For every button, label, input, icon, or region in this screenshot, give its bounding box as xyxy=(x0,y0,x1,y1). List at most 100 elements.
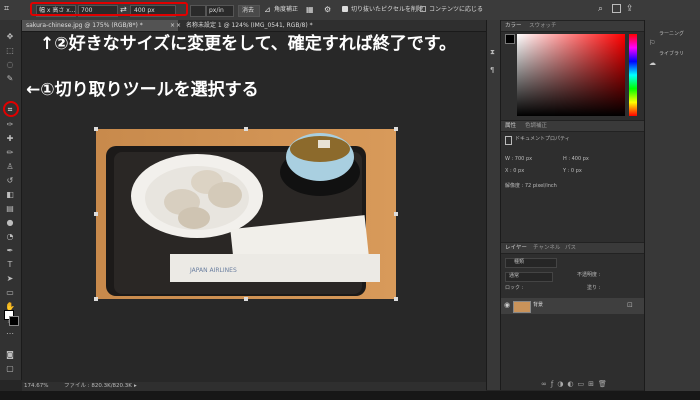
learning-item[interactable]: ⚐ ラーニング xyxy=(649,30,684,47)
layer-thumbnail xyxy=(513,301,531,313)
share-icon[interactable]: ⇪ xyxy=(626,3,634,15)
tab-swatches[interactable]: スウォッチ xyxy=(529,22,557,30)
tab-untitled[interactable]: × 名称未設定 1 @ 124% (IMG_0541, RGB/8) * xyxy=(172,20,330,31)
delete-cropped-checkbox[interactable] xyxy=(342,6,348,12)
tab-label: 名称未設定 1 @ 124% (IMG_0541, RGB/8) * xyxy=(185,22,313,29)
width-readout: W : 700 px xyxy=(505,156,533,162)
tray-label: JAPAN AIRLINES xyxy=(189,267,237,274)
lock-label: ロック : xyxy=(505,285,524,291)
gradient-tool-icon[interactable]: ▤ xyxy=(5,204,15,213)
stamp-tool-icon[interactable]: ♙ xyxy=(5,162,15,171)
quick-mask-icon[interactable]: ◙ xyxy=(5,350,15,359)
content-aware-checkbox[interactable] xyxy=(420,6,426,12)
crop-tool-options-icon[interactable]: ⌗ xyxy=(4,4,16,15)
height-readout: H : 400 px xyxy=(563,156,589,162)
annotation-step2: ↑②好きなサイズに変更をして、確定すれば終了です。 xyxy=(40,34,457,54)
properties-panel-header: 属性 色調補正 xyxy=(501,120,645,132)
libraries-label: ライブラリ xyxy=(659,51,685,57)
background-color-swatch[interactable] xyxy=(9,316,19,326)
options-bar: ⌗ 幅 x 高さ x... 700 ⇄ 400 px px/in 消去 ⊿ 角度… xyxy=(0,0,700,21)
tab-sakura-chinese[interactable]: sakura-chinese.jpg @ 175% (RGB/8*) * × xyxy=(22,20,178,31)
tab-paths[interactable]: パス xyxy=(565,244,576,252)
search-icon[interactable]: ⌕ xyxy=(598,3,603,15)
folder-icon[interactable]: ▭ xyxy=(578,380,589,388)
libraries-icon: ☁ xyxy=(649,59,656,67)
eyedropper-tool-icon[interactable]: ✑ xyxy=(5,120,15,129)
layer-filter-select[interactable]: 種類 xyxy=(505,258,557,268)
delete-cropped-label: 切り抜いたピクセルを削除 xyxy=(351,6,424,13)
clear-button-label: 消去 xyxy=(242,7,255,14)
eraser-tool-icon[interactable]: ◧ xyxy=(5,190,15,199)
status-bar: 174.67% ファイル : 820.3K/820.3K ▸ xyxy=(22,382,486,391)
blend-mode-label: 通常 xyxy=(509,273,520,279)
file-info: ファイル : 820.3K/820.3K xyxy=(64,383,132,389)
hue-slider[interactable] xyxy=(629,34,637,116)
layers-footer: ∞ƒ◑◐▭⊞🗑 xyxy=(541,380,611,388)
status-arrow-icon[interactable]: ▸ xyxy=(134,382,137,391)
lasso-tool-icon[interactable]: ◌ xyxy=(5,60,15,69)
trash-icon[interactable]: 🗑 xyxy=(598,380,611,388)
document-icon xyxy=(505,136,512,145)
layers-panel-header: レイヤー チャンネル パス xyxy=(501,242,645,254)
screen-mode-icon[interactable]: ▢ xyxy=(5,364,15,373)
tab-label: sakura-chinese.jpg @ 175% (RGB/8*) * xyxy=(26,22,143,29)
history-icon[interactable]: ⧗ xyxy=(490,48,495,57)
quick-select-tool-icon[interactable]: ✎ xyxy=(5,74,15,83)
tab-layers[interactable]: レイヤー xyxy=(505,244,527,252)
marquee-tool-icon[interactable]: ⬚ xyxy=(5,46,15,55)
shape-tool-icon[interactable]: ▭ xyxy=(5,288,15,297)
type-tool-icon[interactable]: T xyxy=(5,260,15,269)
fill-label: 塗り : xyxy=(587,285,601,291)
libraries-item[interactable]: ☁ ライブラリ xyxy=(649,50,684,67)
resolution-readout: 解像度 : 72 pixel/inch xyxy=(505,183,557,189)
lock-icon: ⊡ xyxy=(627,301,633,309)
history-brush-icon[interactable]: ↺ xyxy=(5,176,15,185)
layer-filter-label: 種類 xyxy=(514,259,525,265)
tab-adjustments[interactable]: 色調補正 xyxy=(525,122,547,130)
mask-icon[interactable]: ◑ xyxy=(557,380,567,388)
far-right-panel: ⚐ ラーニング ☁ ライブラリ xyxy=(644,20,700,391)
tools-panel: ✥ ⬚ ◌ ✎ ⌗ ✑ ✚ ✏ ♙ ↺ ◧ ▤ ● ◔ ✒ T ➤ ▭ ✋ ⌕ … xyxy=(0,20,22,380)
paragraph-icon[interactable]: ¶ xyxy=(490,66,494,74)
fg-color-chip[interactable] xyxy=(505,34,515,44)
blend-mode-select[interactable]: 通常 xyxy=(505,272,553,282)
overlay-options-icon[interactable]: ▦ xyxy=(306,4,314,15)
link-icon[interactable]: ∞ xyxy=(541,380,551,388)
doc-properties-label: ドキュメントプロパティ xyxy=(515,136,570,142)
healing-tool-icon[interactable]: ✚ xyxy=(5,134,15,143)
straighten-icon[interactable]: ⊿ xyxy=(264,4,271,15)
document-tabs: sakura-chinese.jpg @ 175% (RGB/8*) * × ×… xyxy=(22,20,486,32)
crop-tool-icon[interactable]: ⌗ xyxy=(5,105,15,114)
learning-icon: ⚐ xyxy=(649,39,656,47)
color-picker-field[interactable] xyxy=(517,34,625,116)
settings-gear-icon[interactable]: ⚙ xyxy=(324,4,331,15)
brush-tool-icon[interactable]: ✏ xyxy=(5,148,15,157)
resolution-unit-select[interactable]: px/in xyxy=(206,5,234,17)
adjust-icon[interactable]: ◐ xyxy=(567,380,577,388)
clear-button[interactable]: 消去 xyxy=(238,5,260,17)
size-fields-highlight xyxy=(30,2,188,16)
color-panel-header: カラー スウォッチ xyxy=(501,20,645,32)
new-layer-icon[interactable]: ⊞ xyxy=(588,380,598,388)
panel-icon-strip: ⧗ ¶ xyxy=(486,20,501,390)
layer-name: 背景 xyxy=(533,302,544,308)
tab-color[interactable]: カラー xyxy=(505,22,522,30)
layer-row[interactable]: ◉ 背景 ⊡ xyxy=(501,298,645,314)
blur-tool-icon[interactable]: ● xyxy=(5,218,15,227)
pen-tool-icon[interactable]: ✒ xyxy=(5,246,15,255)
y-readout: Y : 0 px xyxy=(563,168,582,174)
resolution-input[interactable] xyxy=(190,5,206,17)
annotation-step1: ←①切り取りツールを選択する xyxy=(26,80,259,100)
straighten-button[interactable]: 角度補正 xyxy=(274,5,298,15)
dodge-tool-icon[interactable]: ◔ xyxy=(5,232,15,241)
tab-channels[interactable]: チャンネル xyxy=(533,244,560,252)
zoom-level[interactable]: 174.67% xyxy=(24,382,48,391)
right-panels: カラー スウォッチ 属性 色調補正 ドキュメントプロパティ W : 700 px… xyxy=(500,20,645,390)
path-select-tool-icon[interactable]: ➤ xyxy=(5,274,15,283)
more-tools-icon[interactable]: ⋯ xyxy=(5,329,15,338)
tab-properties[interactable]: 属性 xyxy=(505,122,516,130)
close-icon[interactable]: × xyxy=(176,22,181,29)
move-tool-icon[interactable]: ✥ xyxy=(5,32,15,41)
eye-icon[interactable]: ◉ xyxy=(504,301,510,309)
workspace-icon[interactable] xyxy=(612,4,621,13)
